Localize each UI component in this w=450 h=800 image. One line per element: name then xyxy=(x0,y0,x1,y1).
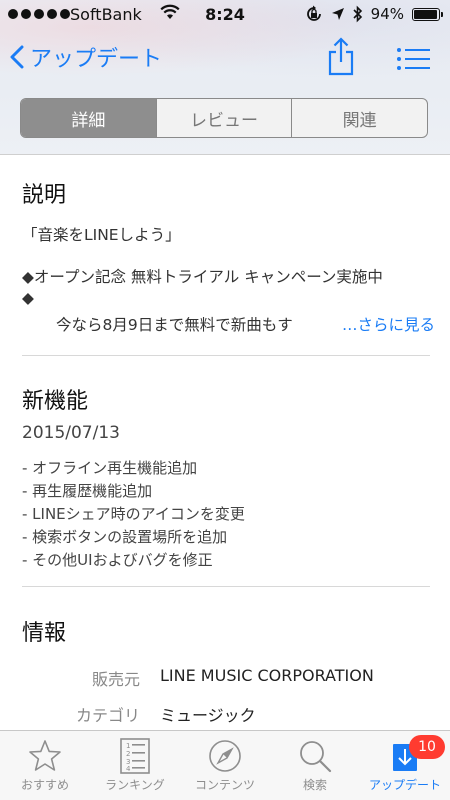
top-bar: SoftBank 8:24 94% アップデート 詳細 レビュー 関連 xyxy=(0,0,450,155)
search-icon xyxy=(300,741,332,773)
update-count-badge: 10 xyxy=(409,735,445,759)
tab-label: コンテンツ xyxy=(194,778,255,792)
segment-reviews[interactable]: レビュー xyxy=(155,99,292,137)
battery-icon xyxy=(412,7,443,21)
tab-label: アップデート xyxy=(368,778,441,792)
svg-text:4: 4 xyxy=(126,765,131,773)
svg-text:1: 1 xyxy=(126,742,130,750)
status-right: 94% xyxy=(305,5,443,23)
ranking-list-icon: 1 2 3 4 xyxy=(120,738,150,774)
info-value-seller: LINE MUSIC CORPORATION xyxy=(160,666,374,685)
info-title: 情報 xyxy=(22,621,67,646)
description-title: 説明 xyxy=(22,183,67,208)
more-link[interactable]: …さらに見る xyxy=(342,313,435,335)
navigation-bar: アップデート xyxy=(0,35,450,85)
list-item: - 再生履歴機能追加 xyxy=(22,482,153,500)
list-item: - オフライン再生機能追加 xyxy=(22,459,198,477)
section-divider xyxy=(22,355,430,356)
description-line: ◆オープン記念 無料トライアル キャンペーン実施中 xyxy=(22,268,383,286)
tab-search[interactable]: 検索 xyxy=(270,731,360,800)
segment-related[interactable]: 関連 xyxy=(291,99,427,137)
chevron-left-icon xyxy=(10,45,24,69)
back-button-label: アップデート xyxy=(30,47,163,72)
rotation-lock-icon xyxy=(306,5,321,21)
tab-featured[interactable]: おすすめ xyxy=(0,731,90,800)
whats-new-title: 新機能 xyxy=(22,389,89,414)
battery-percent: 94% xyxy=(370,5,404,23)
battery-fill xyxy=(414,9,437,19)
tab-ranking[interactable]: 1 2 3 4 ランキング xyxy=(90,731,180,800)
bluetooth-icon xyxy=(353,5,362,23)
tab-bar: おすすめ 1 2 3 4 ランキング コンテンツ 検索 アップデート 10 xyxy=(0,730,450,800)
details-content[interactable]: 説明 「音楽をLINEしよう」 ◆オープン記念 無料トライアル キャンペーン実施… xyxy=(0,155,450,730)
tab-label: 検索 xyxy=(302,778,327,792)
description-line: 「音楽をLINEしよう」 xyxy=(22,226,181,244)
tab-label: ランキング xyxy=(105,778,165,792)
info-value-category: ミュージック xyxy=(160,706,256,725)
segmented-control: 詳細 レビュー 関連 xyxy=(20,98,428,138)
description-line: ◆ xyxy=(22,289,34,307)
segment-details[interactable]: 詳細 xyxy=(21,99,156,137)
section-divider xyxy=(22,586,430,587)
list-item: - 検索ボタンの設置場所を追加 xyxy=(22,528,228,546)
back-button[interactable]: アップデート xyxy=(10,41,162,73)
tab-label: おすすめ xyxy=(20,778,69,792)
list-item: - LINEシェア時のアイコンを変更 xyxy=(22,505,245,523)
star-icon xyxy=(29,740,61,771)
list-item: - その他UIおよびバグを修正 xyxy=(22,551,213,569)
tab-updates[interactable]: アップデート 10 xyxy=(360,731,450,800)
svg-text:2: 2 xyxy=(126,750,130,758)
status-bar: SoftBank 8:24 94% xyxy=(0,0,450,30)
info-label-category: カテゴリ xyxy=(75,706,140,725)
list-icon[interactable] xyxy=(396,47,430,71)
tab-contents[interactable]: コンテンツ xyxy=(180,731,270,800)
location-icon xyxy=(331,8,344,20)
description-line: 今なら8月9日まで無料で新曲もす xyxy=(56,316,293,334)
compass-icon xyxy=(209,740,241,772)
update-date: 2015/07/13 xyxy=(22,423,120,443)
share-icon[interactable] xyxy=(327,37,355,77)
info-label-seller: 販売元 xyxy=(91,670,140,689)
